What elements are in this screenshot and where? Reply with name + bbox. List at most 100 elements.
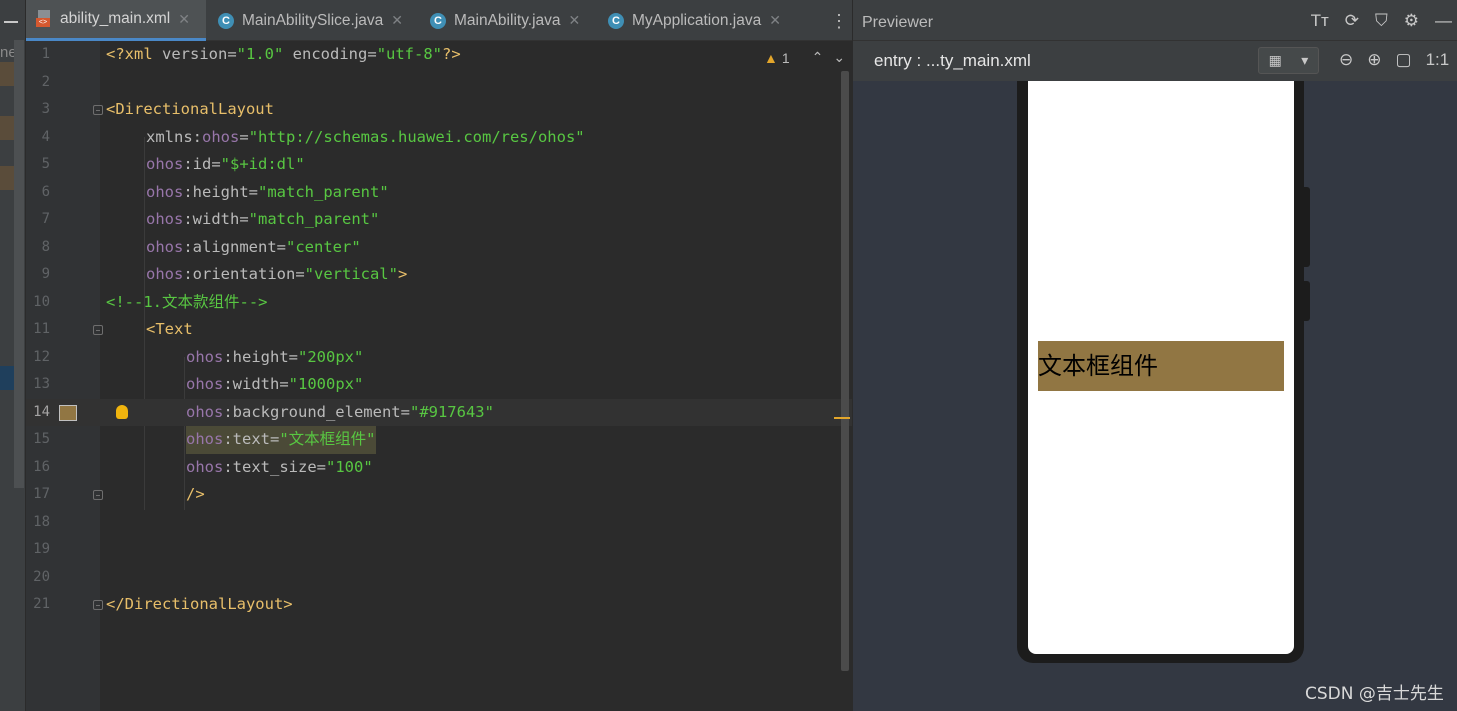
line-number: 12 <box>33 348 50 365</box>
fold-icon[interactable] <box>93 600 103 610</box>
code-line: 16 ohos:text_size="100" <box>26 454 852 482</box>
tab-label: MainAbility.java <box>454 11 561 29</box>
debug-icon[interactable]: ⛉ <box>1375 11 1388 31</box>
line-number: 2 <box>41 73 50 90</box>
line-number: 11 <box>33 321 50 337</box>
left-tool-strip: ner <box>0 0 26 711</box>
fold-icon[interactable] <box>93 325 103 335</box>
fold-icon[interactable] <box>93 490 103 500</box>
previewer-header: Previewer Tт ⟳ ⛉ ⚙ — <box>853 0 1457 41</box>
line-number: 20 <box>33 568 50 585</box>
more-tabs-icon[interactable]: ⋮ <box>830 12 848 30</box>
line-number: 6 <box>41 183 50 200</box>
collapse-icon[interactable] <box>4 21 18 23</box>
code-text: ohos:width="match_parent" <box>146 210 380 228</box>
close-icon[interactable]: ✕ <box>769 12 781 29</box>
fit-screen-icon[interactable]: ▢ <box>1396 50 1412 70</box>
chevron-down-icon: ▾ <box>1301 52 1309 68</box>
code-line: 10 <!--1.文本款组件--> <box>26 289 852 317</box>
code-text: <Text <box>146 320 193 338</box>
zoom-out-icon[interactable]: ⊖ <box>1339 50 1353 70</box>
class-icon: C <box>218 12 234 29</box>
tab-mainability-java[interactable]: C MainAbility.java ✕ <box>418 0 596 41</box>
code-line: 12 ohos:height="200px" <box>26 344 852 372</box>
line-number: 21 <box>33 596 50 612</box>
editor-scrollbar[interactable] <box>841 71 849 671</box>
tab-myapplication-java[interactable]: C MyApplication.java ✕ <box>596 0 806 41</box>
previewer-title: Previewer <box>862 14 934 31</box>
line-number: 5 <box>41 156 50 172</box>
code-text: <?xml version="1.0" encoding="utf-8"?> <box>106 45 461 63</box>
line-number: 1 <box>41 46 50 62</box>
device-frame: 文本框组件 <box>1017 81 1304 663</box>
code-line: 11 <Text <box>26 316 852 344</box>
code-text: ohos:text_size="100" <box>186 457 373 476</box>
code-line: 8 ohos:alignment="center" <box>26 234 852 262</box>
code-text: ohos:alignment="center" <box>146 237 361 256</box>
left-scrollbar[interactable] <box>14 40 24 488</box>
line-number: 19 <box>33 541 50 557</box>
device-side-button <box>1303 187 1310 267</box>
line-number: 13 <box>33 376 50 392</box>
zoom-in-icon[interactable]: ⊕ <box>1367 50 1381 70</box>
preview-text-component: 文本框组件 <box>1038 341 1284 391</box>
tab-mainabilityslice-java[interactable]: C MainAbilitySlice.java ✕ <box>206 0 418 41</box>
code-line: 6 ohos:height="match_parent" <box>26 179 852 207</box>
code-editor[interactable]: ▲ 1 ⌃⌄ 1 <?xml version="1.0" encoding="u… <box>26 41 852 711</box>
view-mode-dropdown[interactable]: ▦ ▾ <box>1258 47 1319 74</box>
code-text: <DirectionalLayout <box>106 100 274 118</box>
code-line: 13 ohos:width="1000px" <box>26 371 852 399</box>
tab-label: MainAbilitySlice.java <box>242 11 384 29</box>
actual-size-icon[interactable]: 1:1 <box>1426 50 1450 70</box>
code-line: 18 <box>26 509 852 537</box>
code-text: ohos:height="200px" <box>186 347 364 366</box>
tab-label: MyApplication.java <box>632 11 762 29</box>
tab-label: ability_main.xml <box>60 10 171 27</box>
close-icon[interactable]: ✕ <box>391 12 403 29</box>
line-number: 17 <box>33 486 50 502</box>
code-line: 5 ohos:id="$+id:dl" <box>26 151 852 179</box>
line-number: 10 <box>33 293 50 310</box>
device-side-button <box>1303 281 1310 321</box>
font-size-icon[interactable]: Tт <box>1311 11 1329 31</box>
editor-tab-bar: <> ability_main.xml ✕ C MainAbilitySlice… <box>26 0 852 41</box>
tab-ability-main-xml[interactable]: <> ability_main.xml ✕ <box>26 0 206 41</box>
line-number: 7 <box>41 211 50 227</box>
code-text: ohos:id="$+id:dl" <box>146 155 305 173</box>
code-text: ohos:background_element="#917643" <box>186 402 494 421</box>
lightbulb-icon[interactable] <box>116 404 128 419</box>
class-icon: C <box>430 12 446 29</box>
color-swatch-icon[interactable] <box>59 404 77 421</box>
line-number: 15 <box>33 431 50 447</box>
grid-view-icon: ▦ <box>1268 52 1282 68</box>
code-line: 2 <box>26 69 852 97</box>
code-text-highlighted: ohos:text="文本框组件" <box>186 426 376 454</box>
code-line: 15 ohos:text="文本框组件" <box>26 426 852 454</box>
close-icon[interactable]: ✕ <box>178 11 190 28</box>
line-number: 4 <box>41 128 50 145</box>
code-text: ohos:width="1000px" <box>186 375 364 393</box>
code-line: 1 <?xml version="1.0" encoding="utf-8"?> <box>26 41 852 69</box>
code-line: 17 /> <box>26 481 852 509</box>
code-line: 21 </DirectionalLayout> <box>26 591 852 619</box>
previewer-subheader: entry : ...ty_main.xml ▦ ▾ ⊖ ⊕ ▢ 1:1 <box>853 41 1457 81</box>
entry-label: entry : ...ty_main.xml <box>874 51 1031 70</box>
close-icon[interactable]: ✕ <box>569 12 581 29</box>
line-number: 18 <box>33 513 50 530</box>
minimize-icon[interactable]: — <box>1435 11 1452 31</box>
class-icon: C <box>608 12 624 29</box>
zoom-toolbar: ⊖ ⊕ ▢ 1:1 <box>1339 50 1449 70</box>
code-line: 20 <box>26 564 852 592</box>
line-number: 9 <box>41 266 50 282</box>
warning-marker[interactable] <box>834 417 850 419</box>
refresh-icon[interactable]: ⟳ <box>1345 11 1359 31</box>
preview-canvas: 文本框组件 <box>853 81 1457 711</box>
gear-icon[interactable]: ⚙ <box>1404 11 1419 31</box>
code-text: xmlns:ohos="http://schemas.huawei.com/re… <box>146 127 585 146</box>
previewer-panel: Previewer Tт ⟳ ⛉ ⚙ — entry : ...ty_main.… <box>852 0 1457 711</box>
fold-icon[interactable] <box>93 105 103 115</box>
xml-file-icon: <> <box>36 10 54 28</box>
code-comment: <!--1.文本款组件--> <box>106 292 268 311</box>
code-line-current: 14 ohos:background_element="#917643" <box>26 398 852 426</box>
code-text: ohos:height="match_parent" <box>146 182 389 201</box>
